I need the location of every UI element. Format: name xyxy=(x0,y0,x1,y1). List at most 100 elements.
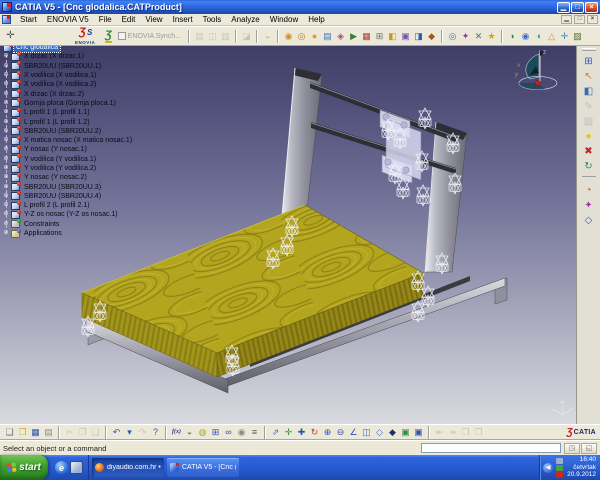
generate-numbering-icon[interactable]: ▦ xyxy=(360,29,373,43)
tree-item-sbr20uu-sbr20uu-2[interactable]: ⊕SBR20UU (SBR20UU.2) xyxy=(2,127,172,136)
tree-item-x-drzac-x-drzac-1[interactable]: ⊕X drzac (X drzac.1) xyxy=(2,52,172,61)
tree-item-x-vodilica-x-vodilica-1[interactable]: ⊕X vodilica (X vodilica.1) xyxy=(2,71,172,80)
rotate-icon[interactable]: ↻ xyxy=(308,425,321,439)
smart-move-icon[interactable]: ✦ xyxy=(459,29,472,43)
3d-viewport[interactable]: x y z Cnc glodalica⊕X drzac (X drzac.1)⊕… xyxy=(0,46,600,424)
undo-dropdown-icon[interactable]: ▾ xyxy=(123,425,136,439)
reuse-pattern-icon[interactable]: ▨ xyxy=(571,29,584,43)
multi-view-icon[interactable]: ◫ xyxy=(360,425,373,439)
tree-item-y-vodilica-y-vodilica-2[interactable]: ⊕Y vodilica (Y vodilica.2) xyxy=(2,164,172,173)
tree-item-y-nosac-y-nosac-2[interactable]: ⊕Y nosac (Y nosac.2) xyxy=(2,173,172,182)
selective-load-icon[interactable]: ⊞ xyxy=(373,29,386,43)
tree-item-y-nosac-y-nosac-1[interactable]: ⊕Y nosac (Y nosac.1) xyxy=(2,145,172,154)
design-table-icon[interactable]: ⊞ xyxy=(209,425,222,439)
tree-item-gornja-ploca-gornja-ploca-1[interactable]: ⊕Gornja ploca (Gornja ploca.1) xyxy=(2,99,172,108)
zoom-in-icon[interactable]: ⊕ xyxy=(321,425,334,439)
menu-window[interactable]: Window xyxy=(265,15,303,24)
expander-icon[interactable]: ⊕ xyxy=(2,201,10,210)
clash-x-icon[interactable]: ✕ xyxy=(472,29,485,43)
zoom-cube-icon[interactable]: ◇ xyxy=(581,213,597,228)
expander-icon[interactable]: ⊕ xyxy=(2,192,10,201)
volume-tray-icon[interactable] xyxy=(556,465,563,471)
expander-icon[interactable]: ⊕ xyxy=(2,210,10,219)
print-icon[interactable]: ▤ xyxy=(42,425,55,439)
snap-icon[interactable]: ◎ xyxy=(446,29,459,43)
network-tray-icon[interactable] xyxy=(556,458,563,464)
taskbar-button-diyaudio-com-hr-po[interactable]: diyaudio.com.hr • Po... xyxy=(92,458,164,477)
start-button[interactable]: start xyxy=(0,455,48,480)
menu-enovia-v5[interactable]: ENOVIA V5 xyxy=(42,15,94,24)
tree-item-y-z-os-nosac-y-z-os-nosac-1[interactable]: ⊕Y-Z os nosac (Y-Z os nosac.1) xyxy=(2,210,172,219)
tree-item-y-vodilica-y-vodilica-1[interactable]: ⊕Y vodilica (Y vodilica.1) xyxy=(2,155,172,164)
look-at-icon[interactable]: ◧ xyxy=(581,84,597,99)
fly-mode-icon[interactable]: ⇗ xyxy=(269,425,282,439)
tree-item-x-vodilica-x-vodilica-2[interactable]: ⊕X vodilica (X vodilica.2) xyxy=(2,80,172,89)
constraint-angle-icon[interactable]: △ xyxy=(545,29,558,43)
tree-item-sbr20uu-sbr20uu-4[interactable]: ⊕SBR20UU (SBR20UU.4) xyxy=(2,192,172,201)
expander-icon[interactable]: ⊕ xyxy=(2,155,10,164)
expander-icon[interactable]: ⊕ xyxy=(2,164,10,173)
antivirus-tray-icon[interactable] xyxy=(556,472,563,478)
delete-x-icon[interactable]: ✖ xyxy=(581,144,597,159)
replace-component-icon[interactable]: ◈ xyxy=(334,29,347,43)
show-desktop-icon[interactable] xyxy=(70,461,83,474)
ie-icon[interactable]: e xyxy=(55,461,68,474)
expander-icon[interactable]: ⊕ xyxy=(2,136,10,145)
insert-product-icon[interactable]: ● xyxy=(308,29,321,43)
undo-icon[interactable]: ↶ xyxy=(110,425,123,439)
measure-between-icon[interactable]: ◗ xyxy=(506,29,519,43)
insert-existing-component-icon[interactable]: ◉ xyxy=(282,29,295,43)
title-bar[interactable]: CATIA V5 - [Cnc glodalica.CATProduct] ▁ … xyxy=(0,0,600,14)
product-structure-tools-icon[interactable]: ⊞ xyxy=(581,54,597,69)
render-style-alt-icon[interactable]: ▣ xyxy=(412,425,425,439)
compass-manipulation-icon[interactable]: ✛ xyxy=(4,29,17,43)
menu-tools[interactable]: Tools xyxy=(198,15,227,24)
manage-representations-icon[interactable]: ◧ xyxy=(386,29,399,43)
power-input-history-icon[interactable]: ◱ xyxy=(581,443,597,454)
hide-show-icon[interactable]: ◒ xyxy=(183,425,196,439)
expander-icon[interactable]: ⊕ xyxy=(2,127,10,136)
view-compass[interactable]: x y z xyxy=(514,50,557,90)
document-icon[interactable] xyxy=(2,15,11,24)
pan-icon[interactable]: ✚ xyxy=(295,425,308,439)
child-close-button[interactable]: × xyxy=(587,15,598,24)
link-icon[interactable]: ∞ xyxy=(222,425,235,439)
close-button[interactable]: × xyxy=(585,2,598,13)
expander-icon[interactable]: ⊕ xyxy=(2,90,10,99)
zoom-out-icon[interactable]: ⊖ xyxy=(334,425,347,439)
tree-item-sbr20uu-sbr20uu-3[interactable]: ⊕SBR20UU (SBR20UU.3) xyxy=(2,182,172,191)
taskbar-button-catia-v5-cnc-glod[interactable]: CATIA V5 - [Cnc glod... xyxy=(167,458,239,477)
expander-icon[interactable]: ⊕ xyxy=(2,183,10,192)
menu-insert[interactable]: Insert xyxy=(168,15,198,24)
expander-icon[interactable]: ⊕ xyxy=(2,80,10,89)
update-all-icon[interactable]: ↻ xyxy=(581,159,597,174)
gantry-left-plate[interactable] xyxy=(281,68,322,228)
new-file-icon[interactable]: ❏ xyxy=(3,425,16,439)
tree-item-sbr20uu-sbr20uu-1[interactable]: ⊕SBR20UU (SBR20UU.1) xyxy=(2,62,172,71)
toolbar-grip[interactable] xyxy=(582,48,596,51)
menu-start[interactable]: Start xyxy=(15,15,42,24)
fit-all-in-icon[interactable]: ✛ xyxy=(282,425,295,439)
tree-item-l-profil-2-l-profil-2-1[interactable]: ⊕L profil 2 (L profil 2.1) xyxy=(2,201,172,210)
light-icon[interactable]: ◍ xyxy=(196,425,209,439)
expander-icon[interactable]: ⊕ xyxy=(2,62,10,71)
child-restore-button[interactable]: □ xyxy=(574,15,585,24)
desk-icon[interactable]: ◆ xyxy=(425,29,438,43)
restore-button[interactable]: □ xyxy=(571,2,584,13)
tree-item-x-drzac-x-drzac-2[interactable]: ⊕X drzac (X drzac.2) xyxy=(2,89,172,98)
expander-icon[interactable]: ⊕ xyxy=(2,220,10,229)
select-pointer-icon[interactable]: ↖ xyxy=(581,69,597,84)
render-style-icon[interactable]: ▣ xyxy=(399,425,412,439)
power-input[interactable] xyxy=(421,443,561,453)
lightbulb-icon[interactable]: ● xyxy=(581,129,597,144)
fast-multi-instantiation-icon[interactable]: ◨ xyxy=(412,29,425,43)
fix-component-icon[interactable]: ✛ xyxy=(558,29,571,43)
specification-list-icon[interactable]: ≡ xyxy=(248,425,261,439)
expander-icon[interactable]: ⊕ xyxy=(2,173,10,182)
fx-knowledge-icon[interactable]: f(x) xyxy=(170,425,183,439)
expander-icon[interactable]: ⊕ xyxy=(2,145,10,154)
minimize-button[interactable]: ▁ xyxy=(557,2,570,13)
menu-help[interactable]: Help xyxy=(303,15,329,24)
clock[interactable]: 16:40 četvrtak 20.9.2012 xyxy=(567,456,596,479)
expander-icon[interactable]: ⊕ xyxy=(2,229,10,238)
